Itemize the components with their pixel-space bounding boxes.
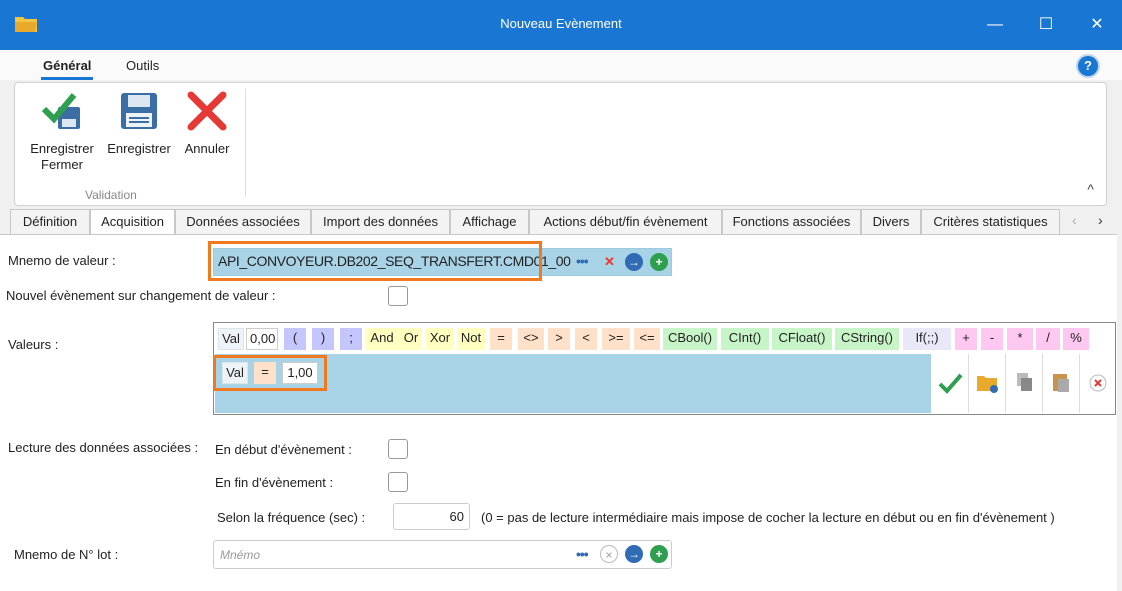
token-cbool[interactable]: CBool(): [663, 328, 717, 350]
tab-strip: Définition Acquisition Données associées…: [10, 209, 1120, 236]
token-divide[interactable]: /: [1036, 328, 1060, 350]
read-data-label: Lecture des données associées :: [8, 440, 199, 455]
tab-divers[interactable]: Divers: [861, 209, 921, 234]
clear-expression-button[interactable]: [1080, 354, 1116, 413]
window-title: Nouveau Evènement: [500, 16, 622, 31]
copy-button[interactable]: [1006, 354, 1042, 413]
clear-circle-icon: [1089, 374, 1107, 392]
lot-clear-icon[interactable]: ×: [600, 545, 618, 563]
paste-button[interactable]: [1043, 354, 1079, 413]
token-xor[interactable]: Xor: [426, 328, 454, 350]
ribbon-panel: Enregistrer Fermer Enregistrer Annuler V…: [14, 82, 1107, 206]
save-label: Enregistrer: [107, 141, 171, 156]
token-open-paren[interactable]: (: [284, 328, 306, 350]
clear-icon[interactable]: ✕: [604, 254, 615, 270]
token-percent[interactable]: %: [1063, 328, 1089, 350]
copy-icon: [1017, 373, 1032, 391]
ribbon-group-label: Validation: [85, 188, 137, 202]
ribbon-group-separator: [245, 89, 246, 197]
tab-scroll-left-icon[interactable]: ‹: [1072, 212, 1077, 228]
mnemo-label: Mnemo de valeur :: [8, 253, 116, 268]
ribbon-tab-outils[interactable]: Outils: [126, 58, 159, 73]
token-minus[interactable]: -: [981, 328, 1003, 350]
add-icon[interactable]: +: [650, 253, 668, 271]
token-and[interactable]: And: [365, 328, 399, 350]
freq-input[interactable]: 60: [393, 503, 470, 530]
tab-import-donnees[interactable]: Import des données: [311, 209, 450, 234]
token-greater-equal[interactable]: >=: [602, 328, 630, 350]
highlight-expression: [213, 355, 327, 391]
maximize-button[interactable]: ☐: [1031, 10, 1061, 40]
floppy-disk-icon: [121, 93, 157, 129]
cancel-x-icon: [187, 91, 227, 131]
lot-label: Mnemo de N° lot :: [14, 547, 119, 562]
save-close-icon: [41, 93, 80, 129]
save-button[interactable]: Enregistrer: [105, 89, 173, 157]
save-close-label-line2: Fermer: [41, 157, 83, 172]
confirm-button[interactable]: [932, 354, 968, 413]
browse-dots-icon[interactable]: •••: [576, 253, 589, 269]
token-plus[interactable]: +: [955, 328, 977, 350]
token-or[interactable]: Or: [400, 328, 422, 350]
lot-browse-dots-icon[interactable]: •••: [576, 546, 589, 562]
help-icon[interactable]: ?: [1078, 56, 1098, 76]
token-if[interactable]: If(;;): [903, 328, 951, 350]
token-cint[interactable]: CInt(): [721, 328, 769, 350]
token-equal[interactable]: =: [490, 328, 512, 350]
values-label: Valeurs :: [8, 337, 59, 352]
tab-definition[interactable]: Définition: [10, 209, 90, 234]
token-number[interactable]: 0,00: [246, 328, 278, 350]
read-end-checkbox[interactable]: [388, 472, 408, 492]
read-start-label: En début d'évènement :: [215, 442, 352, 457]
token-greater[interactable]: >: [548, 328, 570, 350]
new-event-label: Nouvel évènement sur changement de valeu…: [6, 288, 276, 303]
freq-label: Selon la fréquence (sec) :: [217, 510, 366, 525]
tab-criteres-statistiques[interactable]: Critères statistiques: [921, 209, 1060, 234]
tab-scroll-right-icon[interactable]: ›: [1098, 212, 1103, 228]
freq-note: (0 = pas de lecture intermédiaire mais i…: [481, 510, 1055, 525]
ribbon-tab-bar: Général Outils ?: [0, 50, 1122, 80]
go-arrow-icon[interactable]: →: [625, 253, 643, 271]
read-start-checkbox[interactable]: [388, 439, 408, 459]
new-event-checkbox[interactable]: [388, 286, 408, 306]
collapse-ribbon-button[interactable]: ^: [1087, 181, 1094, 197]
paste-icon: [1053, 374, 1069, 392]
open-folder-button[interactable]: [969, 354, 1005, 413]
checkmark-icon: [938, 373, 963, 394]
expression-editor: Val 0,00 ( ) ; And Or Xor Not = <> > < >…: [213, 322, 1116, 415]
title-bar: Nouveau Evènement — ☐ ✕: [0, 0, 1122, 50]
cancel-button[interactable]: Annuler: [181, 89, 233, 157]
token-multiply[interactable]: *: [1007, 328, 1033, 350]
close-button[interactable]: ✕: [1082, 10, 1112, 40]
token-not-equal[interactable]: <>: [518, 328, 544, 350]
tab-acquisition[interactable]: Acquisition: [90, 209, 175, 236]
tab-actions[interactable]: Actions début/fin évènement: [529, 209, 722, 234]
token-cfloat[interactable]: CFloat(): [772, 328, 832, 350]
token-val[interactable]: Val: [218, 328, 244, 350]
token-less-equal[interactable]: <=: [634, 328, 660, 350]
ribbon-tab-general[interactable]: Général: [40, 58, 94, 80]
lot-mnemo-field[interactable]: Mnémo ••• × → +: [213, 540, 672, 569]
folder-open-icon: [977, 376, 998, 393]
minimize-button[interactable]: —: [980, 10, 1010, 40]
token-semicolon[interactable]: ;: [340, 328, 362, 350]
token-not[interactable]: Not: [457, 328, 485, 350]
lot-go-arrow-icon[interactable]: →: [625, 545, 643, 563]
lot-add-icon[interactable]: +: [650, 545, 668, 563]
tab-fonctions-associees[interactable]: Fonctions associées: [722, 209, 861, 234]
tab-donnees-associees[interactable]: Données associées: [175, 209, 311, 234]
save-close-button[interactable]: Enregistrer Fermer: [25, 89, 99, 173]
cancel-label: Annuler: [184, 141, 230, 156]
token-less[interactable]: <: [575, 328, 597, 350]
lot-placeholder: Mnémo: [220, 548, 261, 562]
token-close-paren[interactable]: ): [312, 328, 334, 350]
highlight-mnemo: [208, 241, 542, 281]
read-end-label: En fin d'évènement :: [215, 475, 334, 490]
token-cstring[interactable]: CString(): [835, 328, 899, 350]
save-close-label-line1: Enregistrer: [30, 141, 94, 156]
tab-affichage[interactable]: Affichage: [450, 209, 529, 234]
